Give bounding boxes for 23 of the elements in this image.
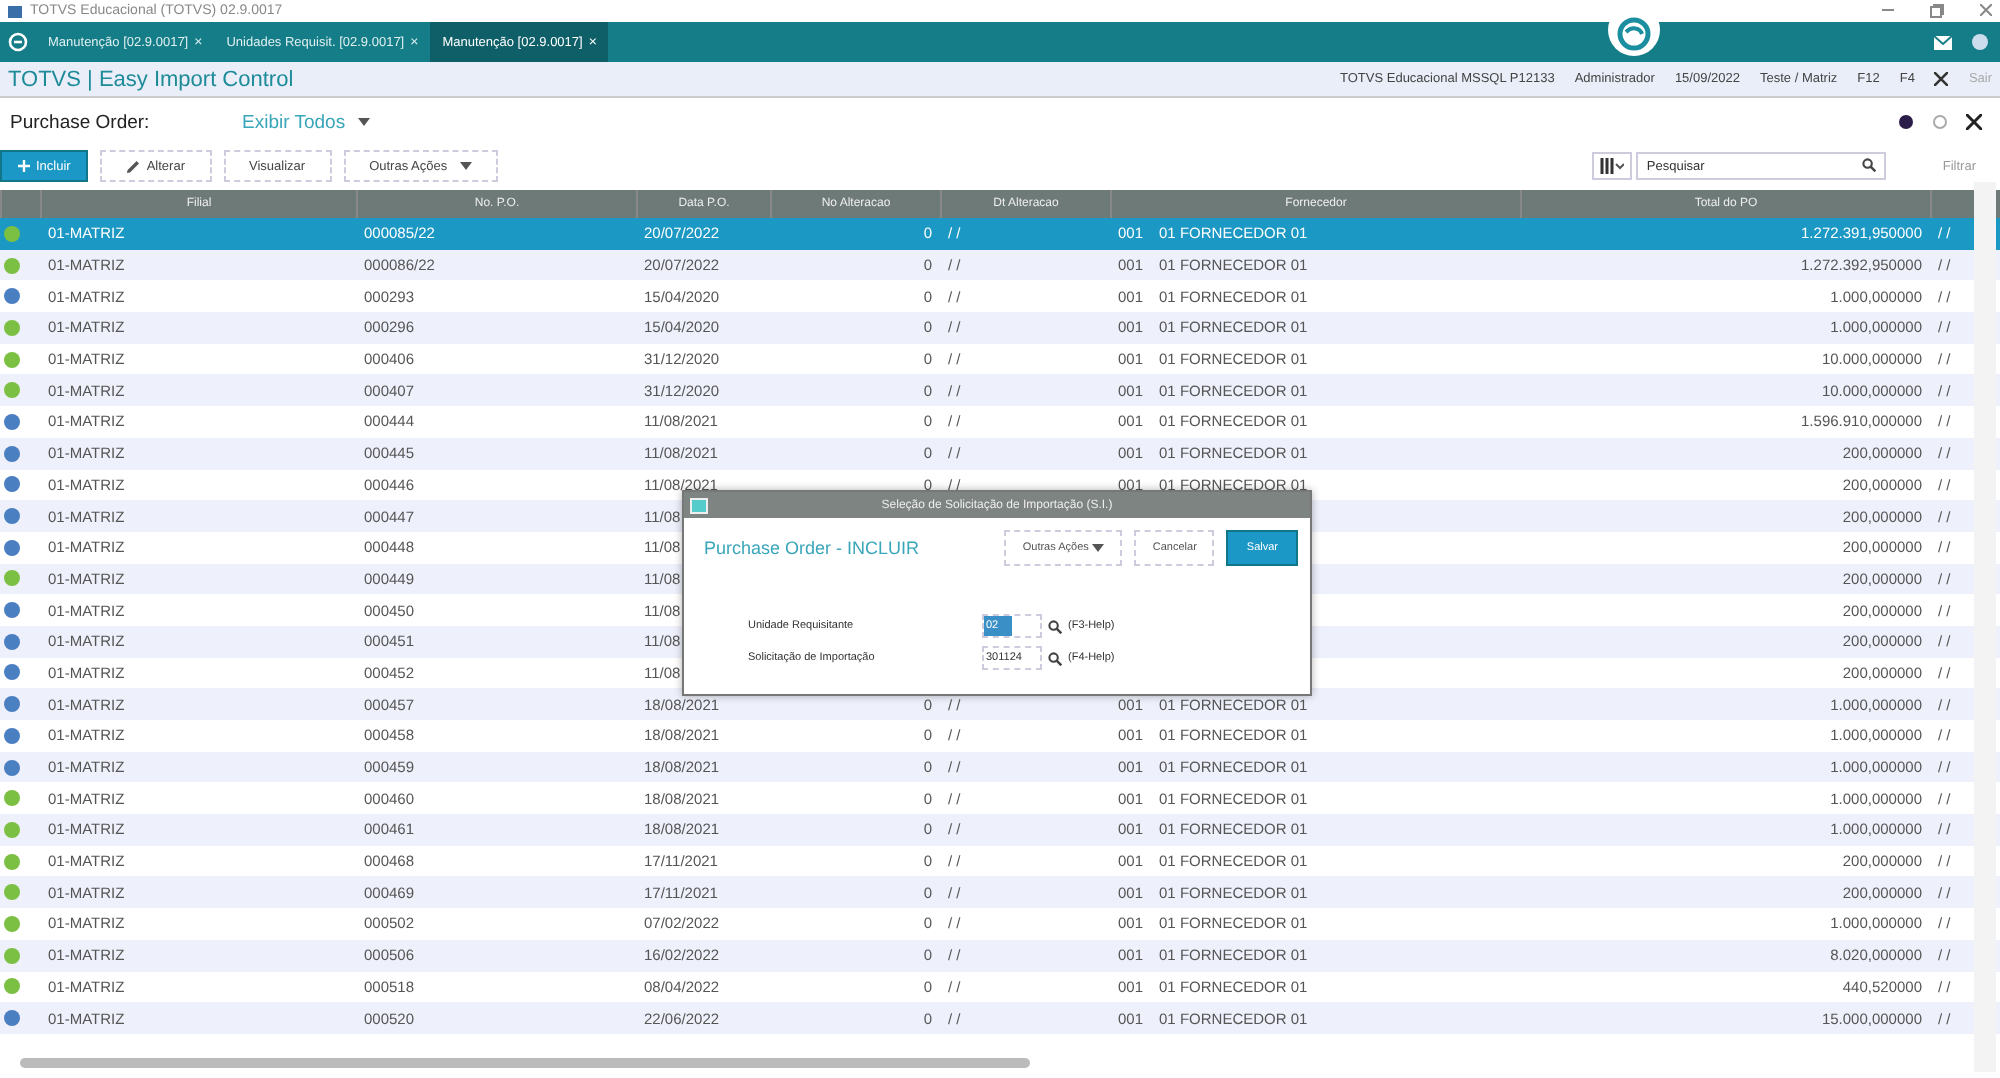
caret-icon (357, 118, 370, 126)
plus-icon (18, 160, 30, 172)
search-icon[interactable] (1048, 651, 1062, 665)
columns-icon[interactable] (1592, 152, 1633, 180)
mail-icon[interactable] (1934, 35, 1952, 49)
caret-icon (1092, 544, 1105, 552)
minimize-icon[interactable] (1882, 4, 1894, 16)
close-icon[interactable] (1966, 114, 1982, 130)
dialog-icon (690, 498, 708, 514)
pencil-icon (126, 159, 141, 173)
status-dot-icon (1898, 114, 1914, 130)
menu-circle-icon[interactable] (8, 32, 28, 52)
close-icon[interactable] (1934, 72, 1949, 86)
restore-icon[interactable] (1930, 4, 1944, 18)
view-dropdown[interactable]: Exibir Todos (230, 109, 382, 135)
search-icon[interactable] (1862, 158, 1877, 172)
app-icon (8, 5, 22, 17)
search-icon[interactable] (1048, 619, 1062, 633)
page-title: Purchase Order: (10, 111, 152, 133)
app-title: TOTVS | Easy Import Control (8, 67, 294, 91)
vertical-scrollbar[interactable] (1974, 182, 1996, 1072)
caret-icon (460, 162, 473, 170)
dialog-heading: Purchase Order - INCLUIR (704, 538, 920, 558)
